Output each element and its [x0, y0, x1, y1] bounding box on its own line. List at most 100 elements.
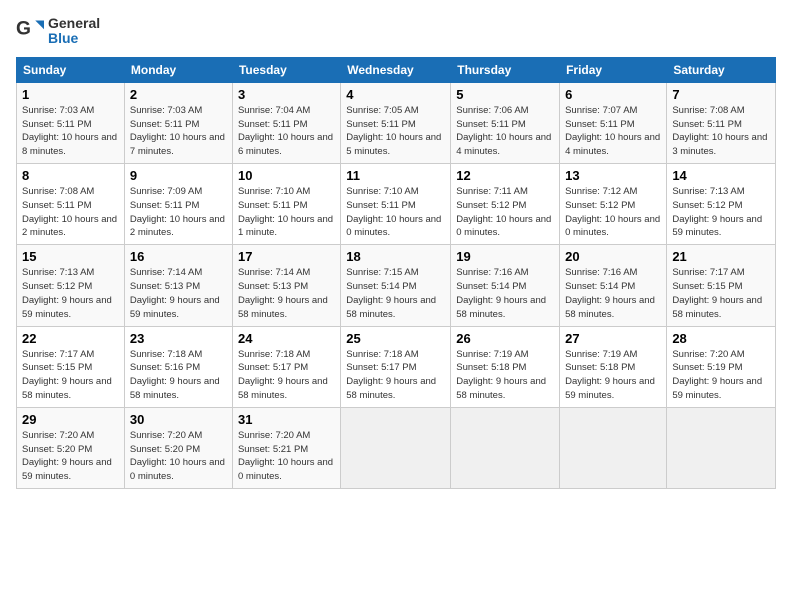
- calendar-cell: 30 Sunrise: 7:20 AMSunset: 5:20 PMDaylig…: [124, 407, 232, 488]
- calendar-cell: [451, 407, 560, 488]
- calendar-cell: 3 Sunrise: 7:04 AMSunset: 5:11 PMDayligh…: [232, 82, 340, 163]
- day-number: 9: [130, 168, 227, 183]
- calendar-cell: 4 Sunrise: 7:05 AMSunset: 5:11 PMDayligh…: [341, 82, 451, 163]
- day-number: 19: [456, 249, 554, 264]
- calendar-cell: 12 Sunrise: 7:11 AMSunset: 5:12 PMDaylig…: [451, 164, 560, 245]
- calendar-cell: 21 Sunrise: 7:17 AMSunset: 5:15 PMDaylig…: [667, 245, 776, 326]
- day-number: 30: [130, 412, 227, 427]
- day-number: 3: [238, 87, 335, 102]
- day-number: 29: [22, 412, 119, 427]
- day-number: 1: [22, 87, 119, 102]
- day-number: 31: [238, 412, 335, 427]
- day-number: 4: [346, 87, 445, 102]
- svg-text:G: G: [16, 19, 31, 40]
- day-number: 27: [565, 331, 661, 346]
- cell-info: Sunrise: 7:09 AMSunset: 5:11 PMDaylight:…: [130, 186, 225, 238]
- calendar-cell: 19 Sunrise: 7:16 AMSunset: 5:14 PMDaylig…: [451, 245, 560, 326]
- cell-info: Sunrise: 7:16 AMSunset: 5:14 PMDaylight:…: [565, 267, 655, 319]
- calendar-cell: 27 Sunrise: 7:19 AMSunset: 5:18 PMDaylig…: [560, 326, 667, 407]
- calendar-cell: 6 Sunrise: 7:07 AMSunset: 5:11 PMDayligh…: [560, 82, 667, 163]
- calendar-cell: [341, 407, 451, 488]
- cell-info: Sunrise: 7:20 AMSunset: 5:20 PMDaylight:…: [22, 430, 112, 482]
- cell-info: Sunrise: 7:13 AMSunset: 5:12 PMDaylight:…: [672, 186, 762, 238]
- calendar-cell: 17 Sunrise: 7:14 AMSunset: 5:13 PMDaylig…: [232, 245, 340, 326]
- cell-info: Sunrise: 7:18 AMSunset: 5:17 PMDaylight:…: [346, 349, 436, 401]
- column-header-saturday: Saturday: [667, 57, 776, 82]
- day-number: 17: [238, 249, 335, 264]
- cell-info: Sunrise: 7:15 AMSunset: 5:14 PMDaylight:…: [346, 267, 436, 319]
- day-number: 23: [130, 331, 227, 346]
- day-number: 8: [22, 168, 119, 183]
- calendar-cell: 8 Sunrise: 7:08 AMSunset: 5:11 PMDayligh…: [17, 164, 125, 245]
- day-number: 12: [456, 168, 554, 183]
- column-header-thursday: Thursday: [451, 57, 560, 82]
- cell-info: Sunrise: 7:10 AMSunset: 5:11 PMDaylight:…: [238, 186, 333, 238]
- calendar-cell: 26 Sunrise: 7:19 AMSunset: 5:18 PMDaylig…: [451, 326, 560, 407]
- day-number: 21: [672, 249, 770, 264]
- column-header-wednesday: Wednesday: [341, 57, 451, 82]
- calendar-cell: [560, 407, 667, 488]
- calendar-cell: 20 Sunrise: 7:16 AMSunset: 5:14 PMDaylig…: [560, 245, 667, 326]
- day-number: 13: [565, 168, 661, 183]
- cell-info: Sunrise: 7:20 AMSunset: 5:19 PMDaylight:…: [672, 349, 762, 401]
- day-number: 10: [238, 168, 335, 183]
- cell-info: Sunrise: 7:18 AMSunset: 5:16 PMDaylight:…: [130, 349, 220, 401]
- cell-info: Sunrise: 7:03 AMSunset: 5:11 PMDaylight:…: [22, 105, 117, 157]
- cell-info: Sunrise: 7:17 AMSunset: 5:15 PMDaylight:…: [22, 349, 112, 401]
- calendar-cell: 2 Sunrise: 7:03 AMSunset: 5:11 PMDayligh…: [124, 82, 232, 163]
- calendar-cell: 25 Sunrise: 7:18 AMSunset: 5:17 PMDaylig…: [341, 326, 451, 407]
- day-number: 14: [672, 168, 770, 183]
- cell-info: Sunrise: 7:12 AMSunset: 5:12 PMDaylight:…: [565, 186, 660, 238]
- day-number: 5: [456, 87, 554, 102]
- cell-info: Sunrise: 7:18 AMSunset: 5:17 PMDaylight:…: [238, 349, 328, 401]
- calendar-cell: 28 Sunrise: 7:20 AMSunset: 5:19 PMDaylig…: [667, 326, 776, 407]
- cell-info: Sunrise: 7:14 AMSunset: 5:13 PMDaylight:…: [238, 267, 328, 319]
- day-number: 18: [346, 249, 445, 264]
- cell-info: Sunrise: 7:07 AMSunset: 5:11 PMDaylight:…: [565, 105, 660, 157]
- calendar-cell: 11 Sunrise: 7:10 AMSunset: 5:11 PMDaylig…: [341, 164, 451, 245]
- day-number: 16: [130, 249, 227, 264]
- cell-info: Sunrise: 7:03 AMSunset: 5:11 PMDaylight:…: [130, 105, 225, 157]
- day-number: 20: [565, 249, 661, 264]
- cell-info: Sunrise: 7:06 AMSunset: 5:11 PMDaylight:…: [456, 105, 551, 157]
- day-number: 7: [672, 87, 770, 102]
- cell-info: Sunrise: 7:13 AMSunset: 5:12 PMDaylight:…: [22, 267, 112, 319]
- logo-icon: G: [16, 17, 44, 45]
- page-header: G General Blue: [16, 16, 776, 47]
- calendar-cell: 7 Sunrise: 7:08 AMSunset: 5:11 PMDayligh…: [667, 82, 776, 163]
- calendar-cell: 22 Sunrise: 7:17 AMSunset: 5:15 PMDaylig…: [17, 326, 125, 407]
- day-number: 15: [22, 249, 119, 264]
- column-header-monday: Monday: [124, 57, 232, 82]
- cell-info: Sunrise: 7:17 AMSunset: 5:15 PMDaylight:…: [672, 267, 762, 319]
- calendar-cell: 29 Sunrise: 7:20 AMSunset: 5:20 PMDaylig…: [17, 407, 125, 488]
- calendar-cell: 14 Sunrise: 7:13 AMSunset: 5:12 PMDaylig…: [667, 164, 776, 245]
- calendar-cell: 23 Sunrise: 7:18 AMSunset: 5:16 PMDaylig…: [124, 326, 232, 407]
- calendar-cell: 18 Sunrise: 7:15 AMSunset: 5:14 PMDaylig…: [341, 245, 451, 326]
- day-number: 11: [346, 168, 445, 183]
- day-number: 22: [22, 331, 119, 346]
- cell-info: Sunrise: 7:20 AMSunset: 5:20 PMDaylight:…: [130, 430, 225, 482]
- calendar-cell: 31 Sunrise: 7:20 AMSunset: 5:21 PMDaylig…: [232, 407, 340, 488]
- cell-info: Sunrise: 7:20 AMSunset: 5:21 PMDaylight:…: [238, 430, 333, 482]
- cell-info: Sunrise: 7:14 AMSunset: 5:13 PMDaylight:…: [130, 267, 220, 319]
- day-number: 26: [456, 331, 554, 346]
- cell-info: Sunrise: 7:04 AMSunset: 5:11 PMDaylight:…: [238, 105, 333, 157]
- cell-info: Sunrise: 7:05 AMSunset: 5:11 PMDaylight:…: [346, 105, 441, 157]
- calendar-cell: 24 Sunrise: 7:18 AMSunset: 5:17 PMDaylig…: [232, 326, 340, 407]
- calendar-cell: 1 Sunrise: 7:03 AMSunset: 5:11 PMDayligh…: [17, 82, 125, 163]
- calendar-cell: 15 Sunrise: 7:13 AMSunset: 5:12 PMDaylig…: [17, 245, 125, 326]
- cell-info: Sunrise: 7:16 AMSunset: 5:14 PMDaylight:…: [456, 267, 546, 319]
- calendar-cell: 13 Sunrise: 7:12 AMSunset: 5:12 PMDaylig…: [560, 164, 667, 245]
- cell-info: Sunrise: 7:08 AMSunset: 5:11 PMDaylight:…: [22, 186, 117, 238]
- cell-info: Sunrise: 7:10 AMSunset: 5:11 PMDaylight:…: [346, 186, 441, 238]
- column-header-friday: Friday: [560, 57, 667, 82]
- logo-text: General Blue: [48, 16, 100, 47]
- cell-info: Sunrise: 7:19 AMSunset: 5:18 PMDaylight:…: [456, 349, 546, 401]
- logo: G General Blue: [16, 16, 100, 47]
- cell-info: Sunrise: 7:11 AMSunset: 5:12 PMDaylight:…: [456, 186, 551, 238]
- calendar-cell: 9 Sunrise: 7:09 AMSunset: 5:11 PMDayligh…: [124, 164, 232, 245]
- day-number: 6: [565, 87, 661, 102]
- calendar-table: SundayMondayTuesdayWednesdayThursdayFrid…: [16, 57, 776, 489]
- day-number: 28: [672, 331, 770, 346]
- calendar-cell: 10 Sunrise: 7:10 AMSunset: 5:11 PMDaylig…: [232, 164, 340, 245]
